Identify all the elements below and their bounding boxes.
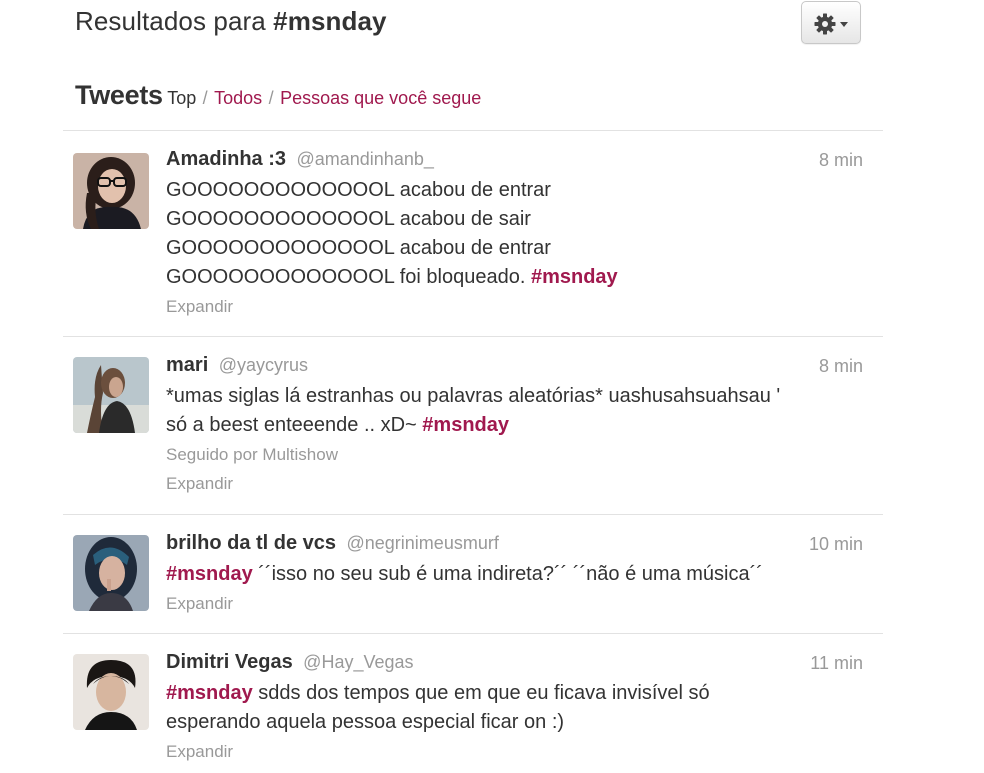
filter-separator: / xyxy=(202,88,208,108)
tweets-nav: Tweets Top / Todos / Pessoas que você se… xyxy=(75,80,481,111)
avatar[interactable] xyxy=(73,153,149,229)
expand-link[interactable]: Expandir xyxy=(166,737,863,766)
tweet-text-fragment: GOOOOOOOOOOOOOL foi bloqueado. xyxy=(166,266,531,288)
followed-by-note: Seguido por Multishow xyxy=(166,445,338,464)
tweet-item[interactable]: Dimitri Vegas @Hay_Vegas 11 min #msnday … xyxy=(63,633,883,773)
tweet-fullname[interactable]: mari xyxy=(166,354,208,376)
tweet-text-line: GOOOOOOOOOOOOOL acabou de entrar xyxy=(166,237,551,259)
tweet-content: Amadinha :3 @amandinhanb_ 8 min GOOOOOOO… xyxy=(166,148,863,321)
page-title: Resultados para #msnday xyxy=(75,6,387,37)
expand-link[interactable]: Expandir xyxy=(166,589,863,618)
settings-button[interactable] xyxy=(801,1,861,44)
filter-separator: / xyxy=(268,88,274,108)
avatar[interactable] xyxy=(73,357,149,433)
hashtag-link[interactable]: #msnday xyxy=(166,563,253,585)
tweet-header: Dimitri Vegas @Hay_Vegas 11 min xyxy=(166,651,863,679)
tweet-text-line: #msnday ´´isso no seu sub é uma indireta… xyxy=(166,560,863,589)
hashtag-link[interactable]: #msnday xyxy=(422,414,509,436)
tweet-fullname[interactable]: brilho da tl de vcs xyxy=(166,532,336,554)
chevron-down-icon xyxy=(840,22,848,27)
tweet-timestamp[interactable]: 8 min xyxy=(819,356,863,377)
avatar[interactable] xyxy=(73,654,149,730)
tweet-text: *umas siglas lá estranhas ou palavras al… xyxy=(166,382,863,440)
tweet-username[interactable]: @negrinimeusmurf xyxy=(347,533,499,553)
search-query: #msnday xyxy=(273,6,387,36)
tweet-text: #msnday ´´isso no seu sub é uma indireta… xyxy=(166,560,863,589)
filter-pessoas-que-voce-segue[interactable]: Pessoas que você segue xyxy=(280,88,481,108)
tweet-text-fragment: ´´isso no seu sub é uma indireta?´´ ´´nã… xyxy=(252,563,763,585)
filter-top[interactable]: Top xyxy=(167,88,196,108)
tweet-text-line: GOOOOOOOOOOOOOL acabou de entrar xyxy=(166,179,551,201)
tweet-fullname[interactable]: Dimitri Vegas xyxy=(166,651,293,673)
tweet-username[interactable]: @Hay_Vegas xyxy=(303,652,413,672)
tweet-header: Amadinha :3 @amandinhanb_ 8 min xyxy=(166,148,863,176)
tweet-timestamp[interactable]: 10 min xyxy=(809,534,863,555)
tweet-timestamp[interactable]: 8 min xyxy=(819,150,863,171)
tweet-item[interactable]: mari @yaycyrus 8 min *umas siglas lá est… xyxy=(63,336,883,514)
page-title-prefix: Resultados para xyxy=(75,6,274,36)
tweet-header: mari @yaycyrus 8 min xyxy=(166,354,863,382)
gear-icon xyxy=(814,13,836,35)
avatar[interactable] xyxy=(73,535,149,611)
hashtag-link[interactable]: #msnday xyxy=(166,682,253,704)
tweet-content: brilho da tl de vcs @negrinimeusmurf 10 … xyxy=(166,532,863,618)
tweet-text-line: GOOOOOOOOOOOOOL foi bloqueado. #msnday xyxy=(166,263,863,292)
tweet-text-line: GOOOOOOOOOOOOOL acabou de sair xyxy=(166,208,531,230)
tweet-text-line: #msnday sdds dos tempos que em que eu fi… xyxy=(166,679,863,708)
tweet-text: GOOOOOOOOOOOOOL acabou de entrar GOOOOOO… xyxy=(166,176,863,292)
tweet-item[interactable]: Amadinha :3 @amandinhanb_ 8 min GOOOOOOO… xyxy=(63,130,883,336)
tweet-text-line: *umas siglas lá estranhas ou palavras al… xyxy=(166,385,781,407)
expand-link[interactable]: Expandir xyxy=(166,469,863,498)
tweet-timeline: Amadinha :3 @amandinhanb_ 8 min GOOOOOOO… xyxy=(63,130,883,773)
tweet-username[interactable]: @yaycyrus xyxy=(219,355,308,375)
tweet-text-line: esperando aquela pessoa especial ficar o… xyxy=(166,711,565,733)
tweet-content: Dimitri Vegas @Hay_Vegas 11 min #msnday … xyxy=(166,651,863,766)
tweet-fullname[interactable]: Amadinha :3 xyxy=(166,148,286,170)
tweet-timestamp[interactable]: 11 min xyxy=(810,653,863,674)
page-header: Resultados para #msnday xyxy=(75,0,863,46)
tweet-item[interactable]: brilho da tl de vcs @negrinimeusmurf 10 … xyxy=(63,514,883,633)
tweets-heading: Tweets xyxy=(75,80,163,110)
tweet-text-line: só a beest enteeende .. xD~ #msnday xyxy=(166,411,863,440)
hashtag-link[interactable]: #msnday xyxy=(531,266,618,288)
filter-todos[interactable]: Todos xyxy=(214,88,262,108)
expand-link[interactable]: Expandir xyxy=(166,292,863,321)
tweet-text-fragment: sdds dos tempos que em que eu ficava inv… xyxy=(252,682,710,704)
tweet-content: mari @yaycyrus 8 min *umas siglas lá est… xyxy=(166,354,863,498)
tweet-text-fragment: só a beest enteeende .. xD~ xyxy=(166,414,423,436)
tweet-username[interactable]: @amandinhanb_ xyxy=(296,149,433,169)
tweet-header: brilho da tl de vcs @negrinimeusmurf 10 … xyxy=(166,532,863,560)
tweet-text: #msnday sdds dos tempos que em que eu fi… xyxy=(166,679,863,737)
